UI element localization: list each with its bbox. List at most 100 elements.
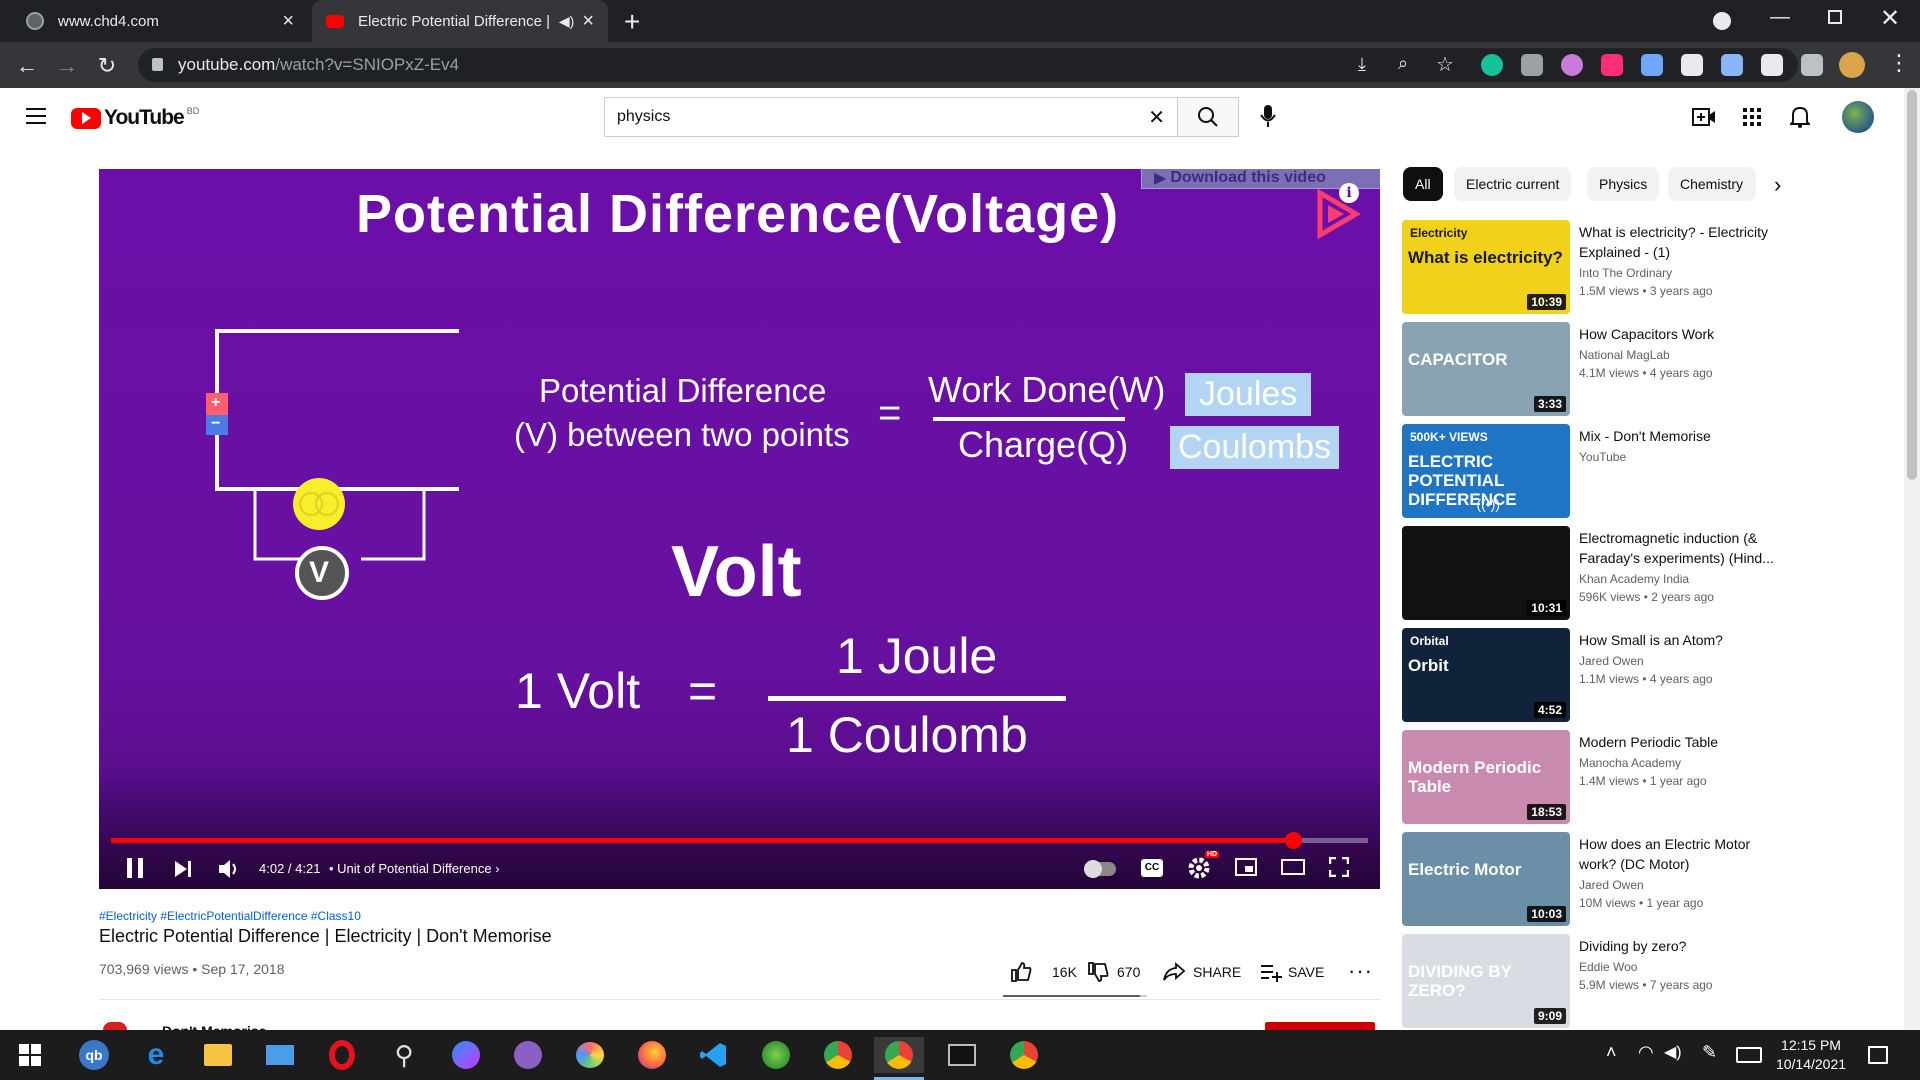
- save-button[interactable]: SAVE: [1260, 962, 1324, 982]
- video-thumbnail[interactable]: Electricity What is electricity? 10:39: [1402, 220, 1570, 314]
- youtube-logo[interactable]: YouTube BD: [71, 106, 199, 130]
- recommendation-title[interactable]: How Small is an Atom?: [1579, 630, 1779, 650]
- video-player[interactable]: ▶ Download this video i Potential Differe…: [99, 169, 1380, 889]
- channel-name[interactable]: Don't Memorise: [162, 1022, 266, 1030]
- pause-icon[interactable]: [127, 858, 143, 878]
- recommendation-title[interactable]: Mix - Don't Memorise: [1579, 426, 1779, 446]
- keyboard-tray-icon[interactable]: [1736, 1047, 1762, 1063]
- volume-tray-icon[interactable]: ◀︎): [1664, 1042, 1682, 1062]
- recommendation-item[interactable]: 500K+ VIEWS ELECTRIC POTENTIAL DIFFERENCE…: [1402, 424, 1762, 520]
- chapter-title[interactable]: • Unit of Potential Difference ›: [329, 861, 500, 876]
- flag-extension-icon[interactable]: [1601, 54, 1623, 76]
- recommendation-title[interactable]: Dividing by zero?: [1579, 936, 1779, 956]
- create-video-icon[interactable]: [1692, 107, 1716, 127]
- recommendation-item[interactable]: CAPACITOR 3:33 How Capacitors Work National…: [1402, 322, 1762, 418]
- video-thumbnail[interactable]: 10:31: [1402, 526, 1570, 620]
- recommendation-title[interactable]: Electromagnetic induction (& Faraday's e…: [1579, 528, 1779, 568]
- minimize-button[interactable]: —: [1770, 6, 1790, 29]
- dislike-button[interactable]: 670: [1087, 962, 1140, 982]
- notifications-bell-icon[interactable]: [1790, 106, 1810, 128]
- video-thumbnail[interactable]: Electric Motor 10:03: [1402, 832, 1570, 926]
- vscode-icon[interactable]: [696, 1037, 732, 1073]
- video-thumbnail[interactable]: DIVIDING BY ZERO? 9:09: [1402, 934, 1570, 1028]
- puzzle-extensions-icon[interactable]: [1761, 54, 1783, 76]
- bookmark-star-icon[interactable]: ☆: [1436, 52, 1454, 77]
- browser-tab-youtube[interactable]: Electric Potential Difference | ◀︎) ×: [312, 0, 608, 42]
- system-clock[interactable]: 12:15 PM 10/14/2021: [1772, 1036, 1850, 1074]
- recommendation-channel[interactable]: Into The Ordinary: [1579, 266, 1672, 280]
- file-explorer-icon[interactable]: [200, 1037, 236, 1073]
- like-button[interactable]: 16K: [1010, 962, 1077, 982]
- autoplay-toggle[interactable]: [1084, 860, 1116, 878]
- chip-physics[interactable]: Physics: [1587, 167, 1660, 201]
- chrome-icon[interactable]: [820, 1037, 856, 1073]
- github-icon[interactable]: [510, 1037, 546, 1073]
- zoom-icon[interactable]: ⌕: [1398, 53, 1408, 74]
- terminal-icon[interactable]: [944, 1037, 980, 1073]
- chip-chemistry[interactable]: Chemistry: [1668, 167, 1756, 201]
- satellite-app-icon[interactable]: ⚲: [386, 1037, 422, 1073]
- search-input[interactable]: physics ✕: [604, 97, 1178, 137]
- next-video-icon[interactable]: [173, 859, 193, 879]
- mail-icon[interactable]: [262, 1037, 298, 1073]
- recommendation-channel[interactable]: Eddie Woo: [1579, 960, 1637, 974]
- forward-icon[interactable]: →: [54, 53, 80, 79]
- speaker-icon[interactable]: ◀︎): [559, 13, 574, 30]
- globe-app-icon[interactable]: [758, 1037, 794, 1073]
- windows-start-icon[interactable]: [12, 1037, 48, 1073]
- video-hashtags[interactable]: #Electricity #ElectricPotentialDifferenc…: [99, 909, 361, 923]
- channel-avatar[interactable]: [103, 1022, 127, 1030]
- recommendation-channel[interactable]: Khan Academy India: [1579, 572, 1689, 586]
- recommendation-channel[interactable]: Jared Owen: [1579, 878, 1644, 892]
- recommendation-channel[interactable]: Manocha Academy: [1579, 756, 1681, 770]
- recommendation-channel[interactable]: Jared Owen: [1579, 654, 1644, 668]
- progress-scrubber[interactable]: [1285, 832, 1302, 849]
- chrome-active-icon[interactable]: [874, 1037, 924, 1073]
- recommendation-item[interactable]: DIVIDING BY ZERO? 9:09 Dividing by zero? Ed…: [1402, 934, 1762, 1030]
- miniplayer-icon[interactable]: [1235, 858, 1257, 876]
- tab-search-icon[interactable]: [1713, 12, 1731, 30]
- recommendation-item[interactable]: Modern Periodic Table 18:53 Modern Periodi…: [1402, 730, 1762, 826]
- pen-tray-icon[interactable]: ✎: [1702, 1042, 1717, 1063]
- share-button[interactable]: SHARE: [1163, 962, 1241, 982]
- page-scrollbar-thumb[interactable]: [1907, 90, 1917, 480]
- theater-mode-icon[interactable]: [1281, 859, 1305, 875]
- recommendation-title[interactable]: How does an Electric Motor work? (DC Mot…: [1579, 834, 1779, 874]
- subtitles-cc-icon[interactable]: CC: [1141, 859, 1163, 877]
- messenger-icon[interactable]: [448, 1037, 484, 1073]
- close-tab-icon[interactable]: ×: [582, 10, 594, 33]
- microphone-icon[interactable]: [1260, 104, 1276, 128]
- color-extension-icon[interactable]: [1561, 54, 1583, 76]
- video-thumbnail[interactable]: CAPACITOR 3:33: [1402, 322, 1570, 416]
- chip-electric-current[interactable]: Electric current: [1454, 167, 1572, 201]
- recommendation-channel[interactable]: YouTube: [1579, 450, 1626, 464]
- install-icon[interactable]: ⤓: [1358, 54, 1366, 75]
- recommendation-title[interactable]: Modern Periodic Table: [1579, 732, 1779, 752]
- settings-gear-icon[interactable]: [1187, 856, 1211, 880]
- wifi-icon[interactable]: ◠: [1638, 1042, 1654, 1063]
- restore-button[interactable]: [1828, 10, 1842, 24]
- pen-extension-icon[interactable]: [1721, 54, 1743, 76]
- fullscreen-icon[interactable]: [1329, 857, 1349, 877]
- tray-chevron-up-icon[interactable]: ˄: [1606, 1042, 1617, 1063]
- new-tab-button[interactable]: +: [624, 6, 640, 38]
- recommendation-channel[interactable]: National MagLab: [1579, 348, 1670, 362]
- chips-next-chevron-icon[interactable]: ›: [1774, 172, 1781, 198]
- notifications-center-icon[interactable]: [1868, 1046, 1888, 1064]
- recommendation-title[interactable]: How Capacitors Work: [1579, 324, 1779, 344]
- browser-tab-chd4[interactable]: www.chd4.com ×: [12, 0, 308, 42]
- search-button[interactable]: [1177, 97, 1239, 137]
- back-icon[interactable]: ←: [14, 53, 40, 79]
- account-avatar[interactable]: [1842, 101, 1874, 133]
- video-thumbnail[interactable]: Modern Periodic Table 18:53: [1402, 730, 1570, 824]
- hamburger-menu-icon[interactable]: [26, 108, 46, 124]
- video-thumbnail[interactable]: Orbital Orbit 4:52: [1402, 628, 1570, 722]
- close-tab-icon[interactable]: ×: [282, 10, 294, 33]
- apps-grid-icon[interactable]: [1743, 108, 1761, 126]
- recommendation-item[interactable]: Electric Motor 10:03 How does an Electric …: [1402, 832, 1762, 928]
- recommendation-item[interactable]: Electricity What is electricity? 10:39 What…: [1402, 220, 1768, 316]
- profile-avatar-icon[interactable]: [1839, 52, 1865, 78]
- chip-all[interactable]: All: [1403, 167, 1443, 201]
- video-thumbnail[interactable]: 500K+ VIEWS ELECTRIC POTENTIAL DIFFERENCE…: [1402, 424, 1570, 518]
- recommendation-item[interactable]: Orbital Orbit 4:52 How Small is an Atom? Jar…: [1402, 628, 1762, 724]
